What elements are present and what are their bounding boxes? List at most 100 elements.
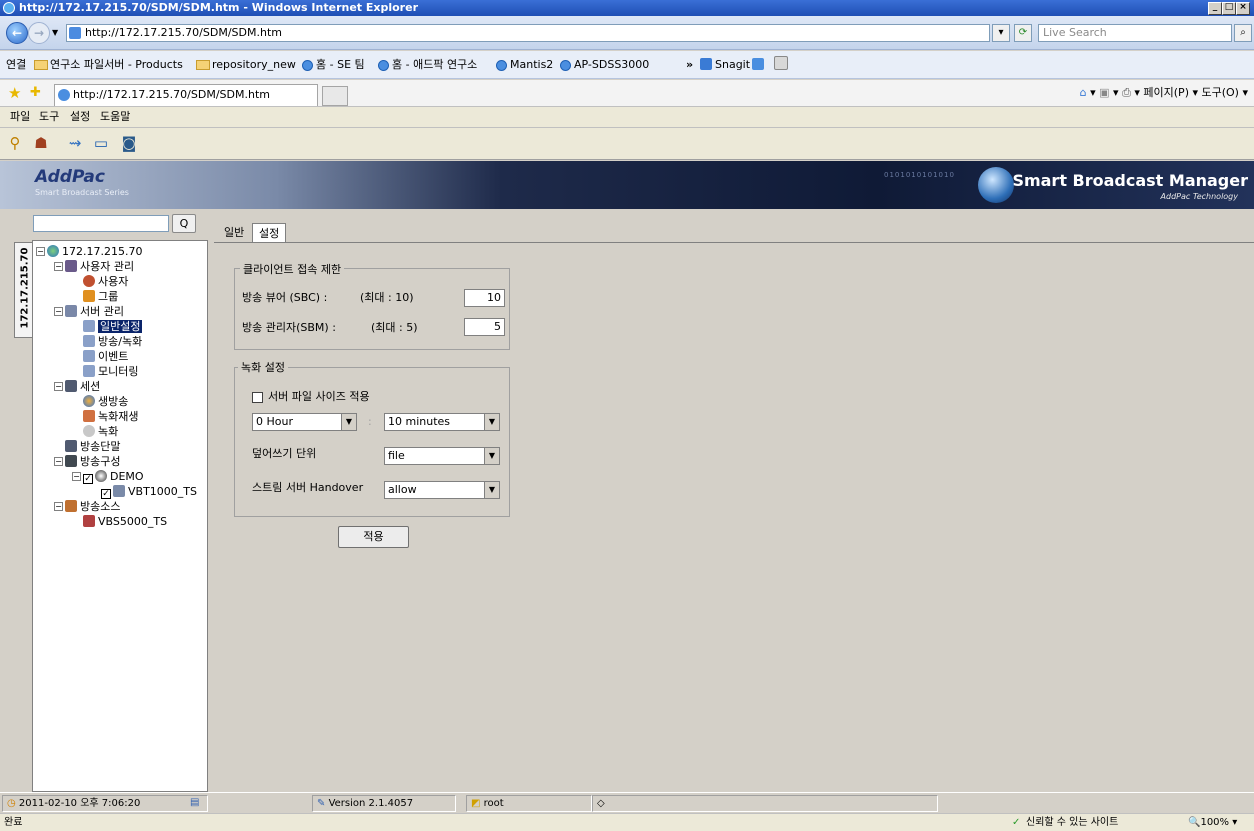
menu-tools[interactable]: 도구 [39, 107, 59, 127]
tree-node-event[interactable]: 이벤트 [83, 349, 128, 364]
tree-node-general-settings[interactable]: 일반설정 [83, 319, 143, 334]
tree-node-record[interactable]: 녹화 [83, 424, 118, 439]
tree-collapse-icon[interactable]: − [54, 307, 63, 316]
content-panel: 일반 설정 클라이언트 접속 제한 방송 뷰어 (SBC) : (최대 : 10… [214, 210, 1254, 792]
apply-button[interactable]: 적용 [338, 526, 409, 548]
sbc-limit-input[interactable]: 10 [464, 289, 505, 307]
link-item[interactable]: 연구소 파일서버 - Products [34, 51, 183, 79]
tree-node-source[interactable]: 방송소스 [65, 499, 120, 514]
minutes-select[interactable]: 10 minutes ▼ [384, 413, 500, 431]
folder-icon [34, 60, 48, 70]
zoom-control[interactable]: 🔍100% ▾ [1188, 814, 1237, 831]
tree-node-playback[interactable]: 녹화재생 [83, 409, 138, 424]
menu-help[interactable]: 도움말 [100, 107, 130, 127]
filesize-checkbox[interactable] [252, 392, 263, 403]
favorites-star-icon[interactable]: ★ [8, 84, 21, 102]
globe-icon [978, 167, 1014, 203]
link-item[interactable]: AP-SDSS3000 [560, 51, 649, 79]
add-favorite-icon[interactable]: ✚ [30, 85, 41, 100]
tree-node-demo[interactable]: ✓ DEMO [83, 469, 144, 484]
search-input[interactable]: Live Search [1038, 24, 1232, 42]
maximize-button[interactable]: □ [1222, 2, 1236, 15]
tree-node-config[interactable]: 방송구성 [65, 454, 120, 469]
network-icon[interactable]: ⇝ [64, 132, 86, 154]
tree-search-button[interactable]: Q [172, 214, 196, 233]
log-icon[interactable]: ▤ [186, 795, 208, 812]
tree-collapse-icon[interactable]: − [72, 472, 81, 481]
forward-button[interactable]: → [28, 22, 50, 44]
user-icon [83, 275, 95, 287]
snagit-edit-icon[interactable] [774, 51, 791, 79]
overwrite-select[interactable]: file ▼ [384, 447, 500, 465]
tree-node-live[interactable]: 생방송 [83, 394, 128, 409]
server-icon [65, 305, 77, 317]
hour-select[interactable]: 0 Hour ▼ [252, 413, 357, 431]
print-icon[interactable]: ⎙ [1122, 86, 1131, 99]
search-icon[interactable]: ⌕ [1234, 24, 1252, 42]
device-tree: − 172.17.215.70 − 사용자 관리 사용자 그룹 − 서버 관리 … [32, 240, 208, 792]
refresh-button[interactable]: ⟳ [1014, 24, 1032, 42]
browser-tab-active[interactable]: http://172.17.215.70/SDM/SDM.htm [54, 84, 318, 106]
home-icon[interactable]: ⌂ [1080, 86, 1087, 99]
tree-node-user[interactable]: 사용자 [83, 274, 128, 289]
snagit-button[interactable]: Snagit [700, 51, 750, 79]
tree-node-vbt[interactable]: ✓ VBT1000_TS [101, 484, 197, 499]
ie-page-icon [378, 59, 389, 71]
tab-general[interactable]: 일반 [218, 223, 250, 243]
source-icon [65, 500, 77, 512]
globe-icon [47, 245, 59, 257]
tree-node-user-mgmt[interactable]: 사용자 관리 [65, 259, 134, 274]
server-vertical-tab[interactable]: 172.17.215.70 [14, 242, 32, 338]
tree-node-vbs[interactable]: VBS5000_TS [83, 514, 167, 529]
tree-collapse-icon[interactable]: − [54, 382, 63, 391]
ie-page-icon [496, 59, 507, 71]
address-bar[interactable]: http://172.17.215.70/SDM/SDM.htm [66, 24, 990, 42]
tree-collapse-icon[interactable]: − [36, 247, 45, 256]
security-zone: 신뢰할 수 있는 사이트 [1026, 817, 1119, 828]
demo-checkbox[interactable]: ✓ [83, 474, 93, 484]
users-icon[interactable]: ☗ [30, 132, 52, 154]
monitor-icon[interactable]: ▭ [90, 132, 112, 154]
close-button[interactable]: × [1236, 2, 1250, 15]
tree-collapse-icon[interactable]: − [54, 457, 63, 466]
tree-collapse-icon[interactable]: − [54, 502, 63, 511]
command-bar[interactable]: ⌂ ▾ ▣ ▾ ⎙ ▾ 페이지(P) ▾ 도구(O) ▾ [1080, 80, 1248, 106]
history-dropdown-icon[interactable]: ▼ [52, 28, 58, 37]
link-item[interactable]: Mantis2 [496, 51, 553, 79]
settings-page-icon [83, 365, 95, 377]
tree-node-root[interactable]: 172.17.215.70 [47, 244, 142, 259]
links-more-button[interactable]: » [686, 51, 693, 79]
link-item[interactable]: 홈 - SE 팀 [302, 51, 365, 79]
tab-settings[interactable]: 설정 [252, 223, 287, 243]
menu-settings[interactable]: 설정 [70, 107, 90, 127]
minimize-button[interactable]: _ [1208, 2, 1222, 15]
feeds-icon[interactable]: ▣ [1099, 86, 1109, 99]
back-button[interactable]: ← [6, 22, 28, 44]
snagit-capture-icon[interactable] [752, 51, 767, 79]
user-mgmt-icon [65, 260, 77, 272]
tree-collapse-icon[interactable]: − [54, 262, 63, 271]
sbm-max-label: (최대 : 5) [371, 321, 418, 334]
vbt-checkbox[interactable]: ✓ [101, 489, 111, 499]
tree-node-group[interactable]: 그룹 [83, 289, 118, 304]
tree-node-server-mgmt[interactable]: 서버 관리 [65, 304, 124, 319]
link-item[interactable]: 홈 - 애드팍 연구소 [378, 51, 477, 79]
menu-file[interactable]: 파일 [10, 107, 30, 127]
command-menus[interactable]: 페이지(P) ▾ 도구(O) ▾ [1143, 86, 1248, 99]
handover-select[interactable]: allow ▼ [384, 481, 500, 499]
camera-icon[interactable]: ◙ [118, 132, 140, 154]
version-icon: ✎ [317, 798, 326, 809]
tree-node-terminal[interactable]: 방송단말 [65, 439, 120, 454]
ie-status-bar: 완료 ✓ 신뢰할 수 있는 사이트 🔍100% ▾ [0, 813, 1254, 831]
sbm-limit-input[interactable]: 5 [464, 318, 505, 336]
clock-icon: ◷ [7, 798, 16, 809]
connect-icon[interactable]: ⚲ [4, 132, 26, 154]
live-icon [83, 395, 95, 407]
address-dropdown-button[interactable]: ▾ [992, 24, 1010, 42]
tree-node-monitoring[interactable]: 모니터링 [83, 364, 138, 379]
link-item[interactable]: repository_new [196, 51, 296, 79]
tree-node-broadcast-rec[interactable]: 방송/녹화 [83, 334, 142, 349]
new-tab-button[interactable] [322, 86, 348, 106]
tree-search-input[interactable] [33, 215, 169, 232]
tree-node-session[interactable]: 세션 [65, 379, 100, 394]
